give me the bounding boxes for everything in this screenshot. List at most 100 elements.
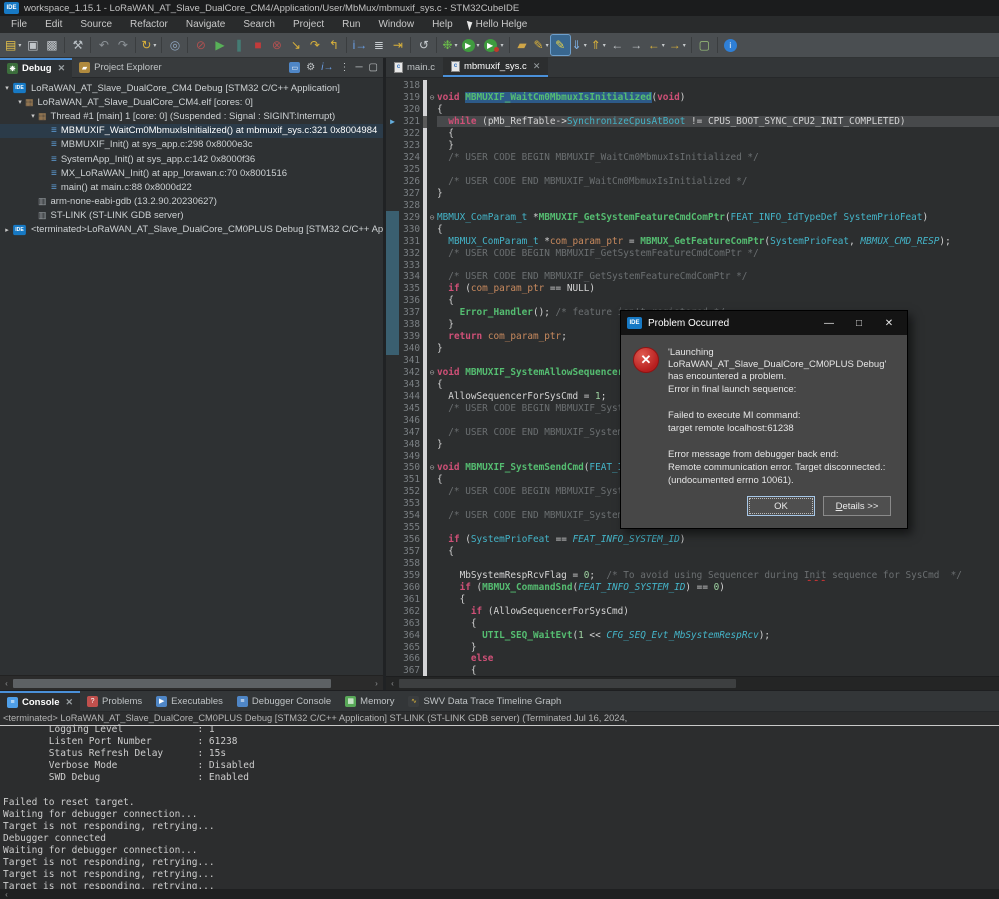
resume-button[interactable]: ▶ <box>210 35 229 55</box>
close-icon[interactable]: ✕ <box>65 697 73 708</box>
run-button[interactable]: ▶▾ <box>460 35 482 55</box>
scroll-left-icon[interactable]: ‹ <box>0 890 13 899</box>
tab-project-explorer[interactable]: ▰ Project Explorer <box>72 58 169 78</box>
dropdown-arrow-icon[interactable]: ▾ <box>501 42 504 49</box>
code-line[interactable]: 330{ <box>386 223 999 235</box>
show-execution-button[interactable]: ≣ <box>369 35 388 55</box>
search-button[interactable]: ◎ <box>165 35 184 55</box>
tab-main-c[interactable]: c main.c <box>386 57 443 77</box>
debug-tree-row[interactable]: ≡SystemApp_Init() at sys_app.c:142 0x800… <box>0 152 383 166</box>
code-line[interactable]: 363 { <box>386 617 999 629</box>
fold-collapse-icon[interactable]: ⊖ <box>427 93 437 102</box>
close-icon[interactable]: ✕ <box>533 61 541 72</box>
code-line[interactable]: 331 MBMUX_ComParam_t *com_param_ptr = MB… <box>386 235 999 247</box>
scroll-right-icon[interactable]: › <box>370 679 383 688</box>
tab-debug[interactable]: ❉ Debug ✕ <box>0 58 72 78</box>
debug-tree-row[interactable]: ▾▦Thread #1 [main] 1 [core: 0] (Suspende… <box>0 109 383 123</box>
menu-item-window[interactable]: Window <box>369 18 423 31</box>
code-line[interactable]: 362 if (AllowSequencerForSysCmd) <box>386 605 999 617</box>
debug-tree-row[interactable]: ≡MX_LoRaWAN_Init() at app_lorawan.c:70 0… <box>0 166 383 180</box>
minimize-view-icon[interactable]: ─ <box>355 62 362 73</box>
scroll-left-icon[interactable]: ‹ <box>386 679 399 688</box>
menu-item-navigate[interactable]: Navigate <box>177 18 234 31</box>
code-line[interactable]: 332 /* USER CODE BEGIN MBMUXIF_GetSystem… <box>386 247 999 259</box>
debug-tree-row[interactable]: ≡main() at main.c:88 0x8000d22 <box>0 180 383 194</box>
code-line[interactable]: 328 <box>386 199 999 211</box>
menu-item-project[interactable]: Project <box>284 18 333 31</box>
code-line[interactable]: 329⊖MBMUX_ComParam_t *MBMUXIF_GetSystemF… <box>386 211 999 223</box>
move-to-line-button[interactable]: ⇥ <box>388 35 407 55</box>
info-button[interactable]: i <box>721 35 740 55</box>
flash-download-button[interactable]: ⇓▾ <box>570 35 589 55</box>
ok-button[interactable]: OK <box>747 496 815 516</box>
code-line[interactable]: 365 } <box>386 641 999 653</box>
code-line[interactable]: 356 if (SystemPrioFeat == FEAT_INFO_SYST… <box>386 534 999 546</box>
fold-collapse-icon[interactable]: ⊖ <box>427 368 437 377</box>
code-line[interactable]: 327} <box>386 187 999 199</box>
editor-hscrollbar[interactable]: ‹ <box>386 676 999 690</box>
undo-button[interactable]: ↶ <box>94 35 113 55</box>
tab-debugger-console[interactable]: ≡Debugger Console <box>230 691 338 712</box>
debug-tree-row[interactable]: ≡MBMUXIF_WaitCm0MbmuxIsInitialized() at … <box>0 124 383 138</box>
code-line[interactable]: 335 if (com_param_ptr == NULL) <box>386 283 999 295</box>
profile-button[interactable]: ▶▾ <box>482 35 506 55</box>
code-line[interactable]: 334 /* USER CODE END MBMUXIF_GetSystemFe… <box>386 271 999 283</box>
maximize-icon[interactable]: □ <box>847 318 871 329</box>
menu-item-file[interactable]: File <box>2 18 36 31</box>
debug-button[interactable]: ❉▾ <box>440 35 459 55</box>
dropdown-arrow-icon[interactable]: ▾ <box>603 42 606 49</box>
dropdown-arrow-icon[interactable]: ▾ <box>683 42 686 49</box>
code-line[interactable]: 358 <box>386 558 999 570</box>
menu-item-help[interactable]: Help <box>423 18 462 31</box>
save-button[interactable]: ▣ <box>23 35 42 55</box>
code-line[interactable]: 336 { <box>386 295 999 307</box>
code-line[interactable]: 366 else <box>386 653 999 665</box>
view-menu-icon[interactable]: ⋮ <box>339 62 349 73</box>
minimize-icon[interactable]: — <box>817 318 841 329</box>
fold-collapse-icon[interactable]: ⊖ <box>427 463 437 472</box>
dropdown-arrow-icon[interactable]: ▾ <box>546 42 549 49</box>
redo-button[interactable]: ↷ <box>113 35 132 55</box>
dialog-titlebar[interactable]: IDE Problem Occurred — □ ✕ <box>621 311 907 335</box>
code-line[interactable]: 357 { <box>386 546 999 558</box>
dropdown-arrow-icon[interactable]: ▾ <box>477 42 480 49</box>
reset-chip-button[interactable]: ↺ <box>414 35 433 55</box>
code-line[interactable]: 364 UTIL_SEQ_WaitEvt(1 << CFG_SEQ_Evt_Mb… <box>386 629 999 641</box>
menu-item-edit[interactable]: Edit <box>36 18 71 31</box>
forward-nav-button[interactable]: → <box>627 35 646 55</box>
code-line[interactable]: 333 <box>386 259 999 271</box>
fold-collapse-icon[interactable]: ⊖ <box>427 213 437 222</box>
code-line[interactable]: 360 if (MBMUX_CommandSnd(FEAT_INFO_SYSTE… <box>386 581 999 593</box>
code-line[interactable]: 359 MbSystemRespRcvFlag = 0; /* To avoid… <box>386 569 999 581</box>
code-line[interactable]: 361 { <box>386 593 999 605</box>
debug-tree-row[interactable]: ▾▦LoRaWAN_AT_Slave_DualCore_CM4.elf [cor… <box>0 95 383 109</box>
scrollbar-thumb[interactable] <box>13 679 331 688</box>
expander-icon[interactable]: ▸ <box>2 226 12 234</box>
highlight-marker-button[interactable]: ✎ <box>551 35 570 55</box>
debug-tree-row[interactable]: ▾IDELoRaWAN_AT_Slave_DualCore_CM4 Debug … <box>0 81 383 95</box>
code-line[interactable]: 324 /* USER CODE BEGIN MBMUXIF_WaitCm0Mb… <box>386 152 999 164</box>
close-icon[interactable]: ✕ <box>877 318 901 329</box>
format-pencil-button[interactable]: ✎▾ <box>532 35 551 55</box>
dropdown-arrow-icon[interactable]: ▾ <box>455 42 458 49</box>
dropdown-arrow-icon[interactable]: ▾ <box>18 42 21 49</box>
step-return-button[interactable]: ↰ <box>324 35 343 55</box>
console-hscrollbar[interactable]: ‹ <box>0 889 999 899</box>
expander-icon[interactable]: ▾ <box>2 84 12 92</box>
forward-history-button[interactable]: →▾ <box>667 35 688 55</box>
code-line[interactable]: 318 <box>386 80 999 92</box>
step-over-button[interactable]: ↷ <box>305 35 324 55</box>
code-line[interactable]: 326 /* USER CODE END MBMUXIF_WaitCm0Mbmu… <box>386 176 999 188</box>
debug-tree-row[interactable]: ▥arm-none-eabi-gdb (13.2.90.20230627) <box>0 195 383 209</box>
tab-problems[interactable]: ?Problems <box>80 691 149 712</box>
code-line[interactable]: 323 } <box>386 140 999 152</box>
menu-item-run[interactable]: Run <box>333 18 369 31</box>
instruction-stepping-button[interactable]: i→ <box>350 35 369 55</box>
debug-panel-hscrollbar[interactable]: ‹ › <box>0 675 383 690</box>
terminate-button[interactable]: ■ <box>248 35 267 55</box>
disconnect-button[interactable]: ⊗ <box>267 35 286 55</box>
menu-item-refactor[interactable]: Refactor <box>121 18 177 31</box>
new-window-button[interactable]: ▢ <box>695 35 714 55</box>
code-line[interactable]: ▶321 while (pMb_RefTable->SynchronizeCpu… <box>386 116 999 128</box>
expander-icon[interactable]: ▾ <box>15 98 25 106</box>
